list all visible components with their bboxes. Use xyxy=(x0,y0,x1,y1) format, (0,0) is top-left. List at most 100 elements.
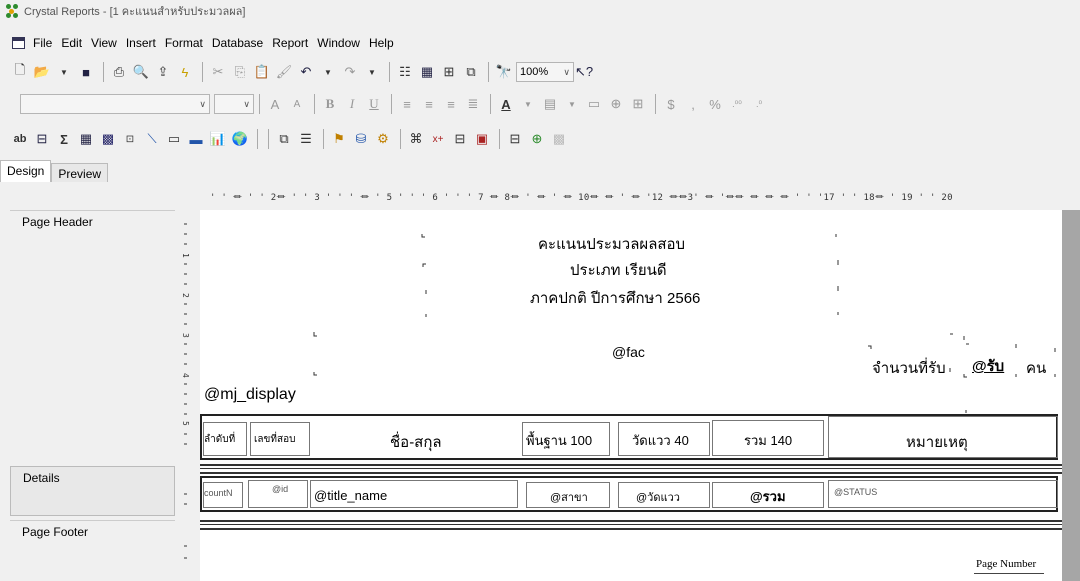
template-icon[interactable]: ⊟ xyxy=(450,129,470,149)
decrease-decimal-icon[interactable]: .⁰ xyxy=(749,94,769,114)
insert-subreport-icon[interactable]: ⊡ xyxy=(120,129,140,149)
lock-size-icon[interactable]: ⊞ xyxy=(628,94,648,114)
seats-field[interactable]: @รับ xyxy=(972,354,1004,378)
shrink-font-icon[interactable]: A xyxy=(287,94,307,114)
insert-box-icon[interactable]: ▭ xyxy=(164,129,184,149)
dropdown-arrow-icon[interactable]: ▼ xyxy=(362,62,382,82)
record-sort-icon[interactable]: ⊕ xyxy=(527,129,547,149)
help-icon[interactable]: ↖? xyxy=(574,62,594,82)
select-expert-icon[interactable]: ⚙ xyxy=(373,129,393,149)
insert-crosstab-icon[interactable]: ▦ xyxy=(76,129,96,149)
lock-format-icon[interactable]: ⊕ xyxy=(606,94,626,114)
insert-summary-icon[interactable]: Σ xyxy=(54,129,74,149)
redo-icon[interactable]: ↷ xyxy=(340,62,360,82)
dropdown-arrow-icon[interactable]: ▼ xyxy=(318,62,338,82)
align-left-icon[interactable]: ≡ xyxy=(397,94,417,114)
field-explorer-icon[interactable]: ▦ xyxy=(417,62,437,82)
increase-decimal-icon[interactable]: .⁰⁰ xyxy=(727,94,747,114)
seats-label[interactable]: จำนวนที่รับ xyxy=(872,356,946,380)
detail-status-field[interactable]: @STATUS xyxy=(834,487,877,497)
formula-workshop-icon[interactable]: ⌘ xyxy=(406,129,426,149)
section-label-details[interactable]: Details xyxy=(10,466,175,516)
align-center-icon[interactable]: ≡ xyxy=(419,94,439,114)
section-label-page-header[interactable]: Page Header xyxy=(10,210,175,233)
menu-view[interactable]: View xyxy=(91,36,117,50)
copy-icon[interactable]: ⎘ xyxy=(230,62,250,82)
fac-field[interactable]: @fac xyxy=(612,344,645,360)
seats-unit[interactable]: คน xyxy=(1026,356,1046,380)
insert-chart-icon[interactable]: 📊 xyxy=(208,129,228,149)
insert-text-object-icon[interactable]: ab xyxy=(10,129,30,149)
insert-olap-icon[interactable]: ▩ xyxy=(98,129,118,149)
col-name-header[interactable]: ชื่อ-สกุล xyxy=(390,430,442,454)
print-preview-icon[interactable]: 🔍 xyxy=(131,62,151,82)
insert-group-icon[interactable]: ⊟ xyxy=(32,129,52,149)
menu-help[interactable]: Help xyxy=(369,36,394,50)
detail-branch-field[interactable]: @สาขา xyxy=(550,488,588,506)
dropdown-arrow-icon[interactable]: ▼ xyxy=(518,94,538,114)
underline-icon[interactable]: U xyxy=(364,94,384,114)
save-icon[interactable]: ■ xyxy=(76,62,96,82)
col-exam-no-header[interactable]: เลขที่สอบ xyxy=(254,432,295,447)
group-expert-icon[interactable]: ▣ xyxy=(472,129,492,149)
detail-title-name-field[interactable]: @title_name xyxy=(314,488,387,503)
disabled-tool-icon[interactable]: ▩ xyxy=(549,129,569,149)
database-expert-icon[interactable]: ⛁ xyxy=(351,129,371,149)
paste-icon[interactable]: 📋 xyxy=(252,62,272,82)
bold-icon[interactable]: B xyxy=(320,94,340,114)
menu-file[interactable]: File xyxy=(33,36,52,50)
highlight-expert-icon[interactable]: ⚑ xyxy=(329,129,349,149)
section-expert-icon[interactable]: ⧉ xyxy=(274,129,294,149)
grow-font-icon[interactable]: A xyxy=(265,94,285,114)
menu-insert[interactable]: Insert xyxy=(126,36,156,50)
currency-icon[interactable]: $ xyxy=(661,94,681,114)
detail-total-field[interactable]: @รวม xyxy=(750,486,786,507)
font-size-select[interactable]: ∨ xyxy=(214,94,254,114)
align-right-icon[interactable]: ≡ xyxy=(441,94,461,114)
print-icon[interactable]: ⎙ xyxy=(109,62,129,82)
document-icon[interactable] xyxy=(12,37,25,49)
border-icon[interactable]: ▤ xyxy=(540,94,560,114)
menu-report[interactable]: Report xyxy=(272,36,308,50)
col-note-header[interactable]: หมายเหตุ xyxy=(906,430,968,454)
menu-window[interactable]: Window xyxy=(317,36,360,50)
new-icon[interactable]: 🗋 xyxy=(10,62,30,82)
menu-edit[interactable]: Edit xyxy=(61,36,82,50)
format-painter-icon[interactable]: 🖌 xyxy=(274,62,294,82)
formula-icon[interactable]: x+ xyxy=(428,129,448,149)
detail-measure-field[interactable]: @วัดแวว xyxy=(636,488,680,506)
col-measure-header[interactable]: วัดแวว 40 xyxy=(632,430,689,451)
zoom-select[interactable]: 100% ∨ xyxy=(516,62,574,82)
undo-icon[interactable]: ↶ xyxy=(296,62,316,82)
group-tree-icon[interactable]: ☷ xyxy=(395,62,415,82)
detail-count-field[interactable]: countN xyxy=(204,488,233,498)
col-basic-header[interactable]: พื้นฐาน 100 xyxy=(526,430,592,451)
justify-icon[interactable]: ≣ xyxy=(463,94,483,114)
dropdown-arrow-icon[interactable]: ▼ xyxy=(54,62,74,82)
open-icon[interactable]: 📂 xyxy=(32,62,52,82)
refresh-icon[interactable]: ϟ xyxy=(175,62,195,82)
insert-picture-icon[interactable]: ▬ xyxy=(186,129,206,149)
dropdown-arrow-icon[interactable]: ▼ xyxy=(562,94,582,114)
export-icon[interactable]: ⇪ xyxy=(153,62,173,82)
repository-explorer-icon[interactable]: ⧉ xyxy=(461,62,481,82)
detail-id-field[interactable]: @id xyxy=(272,484,288,494)
report-options-icon[interactable]: ⊟ xyxy=(505,129,525,149)
tab-design[interactable]: Design xyxy=(0,160,52,182)
insert-map-icon[interactable]: 🌍 xyxy=(230,129,250,149)
report-explorer-icon[interactable]: ⊞ xyxy=(439,62,459,82)
menu-database[interactable]: Database xyxy=(212,36,263,50)
col-total-header[interactable]: รวม 140 xyxy=(744,430,792,451)
find-icon[interactable]: 🔭 xyxy=(494,62,514,82)
section-label-page-footer[interactable]: Page Footer xyxy=(10,520,175,543)
font-name-select[interactable]: ∨ xyxy=(20,94,210,114)
italic-icon[interactable]: I xyxy=(342,94,362,114)
font-color-icon[interactable]: A xyxy=(496,94,516,114)
suppress-icon[interactable]: ▭ xyxy=(584,94,604,114)
mj-display-field[interactable]: @mj_display xyxy=(204,386,296,404)
page-number-field[interactable]: Page Number xyxy=(976,558,1036,570)
percent-icon[interactable]: % xyxy=(705,94,725,114)
insert-line-icon[interactable]: ⟍ xyxy=(142,129,162,149)
menu-format[interactable]: Format xyxy=(165,36,203,50)
thousands-icon[interactable]: , xyxy=(683,94,703,114)
